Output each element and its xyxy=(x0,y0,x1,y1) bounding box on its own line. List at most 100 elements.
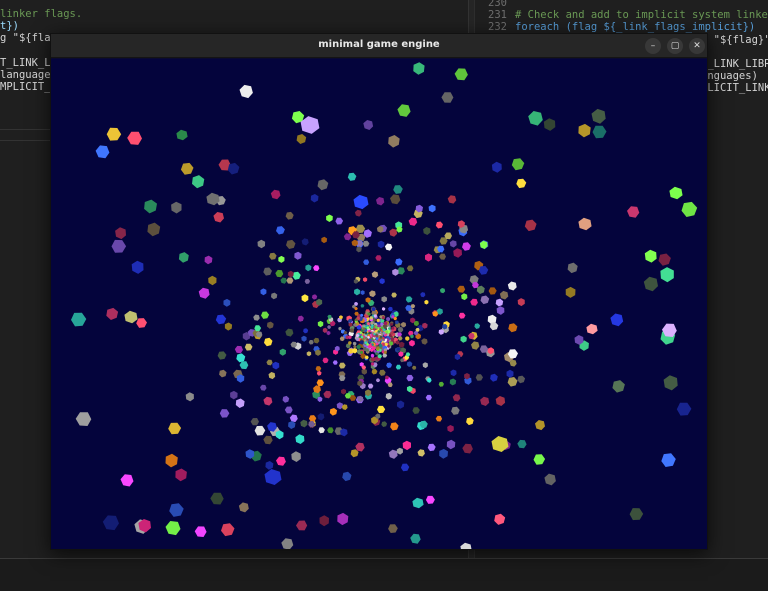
particle xyxy=(316,370,322,376)
particle xyxy=(296,134,307,144)
particle xyxy=(533,454,546,465)
particle xyxy=(408,217,418,226)
particle xyxy=(435,221,443,229)
particle xyxy=(360,290,365,295)
maximize-button[interactable]: ▢ xyxy=(667,38,683,54)
particle xyxy=(460,542,472,549)
game-viewport[interactable] xyxy=(51,59,707,549)
particle xyxy=(244,343,253,351)
particle xyxy=(227,162,240,175)
particle xyxy=(397,336,403,341)
particle xyxy=(263,267,272,276)
particle xyxy=(296,520,308,531)
particle xyxy=(629,508,644,521)
code-line: 231 # Check and add to implicit system li… xyxy=(475,9,768,22)
particle xyxy=(318,427,325,434)
particle xyxy=(390,194,401,205)
particle xyxy=(301,238,309,246)
particle xyxy=(565,286,576,298)
particle xyxy=(391,292,397,298)
particle xyxy=(425,495,435,504)
particle xyxy=(341,388,346,395)
particle xyxy=(420,292,426,298)
particle xyxy=(591,108,606,124)
particle xyxy=(285,211,294,220)
particle xyxy=(428,204,436,213)
code-text: T_LINK_LIBRA xyxy=(701,58,768,70)
particle xyxy=(447,425,454,433)
particle xyxy=(319,515,329,527)
particle xyxy=(289,414,298,423)
code-text: # Check and add to implicit system linke… xyxy=(515,9,768,22)
particle xyxy=(339,336,345,342)
particle xyxy=(261,311,270,319)
particle xyxy=(363,120,374,130)
particle xyxy=(264,469,282,485)
particle xyxy=(388,524,398,533)
particle xyxy=(681,201,698,217)
particle xyxy=(578,217,592,231)
particle xyxy=(286,239,296,249)
particle xyxy=(402,440,411,451)
particle xyxy=(326,214,333,222)
window-title: minimal game engine xyxy=(318,39,440,50)
particle xyxy=(106,127,122,141)
particle xyxy=(343,233,352,241)
code-line: t}) xyxy=(0,20,19,33)
particle xyxy=(480,295,490,305)
particle xyxy=(543,118,556,131)
particle xyxy=(285,328,294,337)
particle xyxy=(454,68,468,81)
particle xyxy=(204,255,213,265)
particle xyxy=(75,412,92,426)
particle xyxy=(286,277,294,284)
particle xyxy=(370,353,375,358)
close-button[interactable]: ✕ xyxy=(689,38,705,54)
particle xyxy=(316,379,324,387)
particle xyxy=(488,287,497,295)
particle xyxy=(306,351,312,357)
particle xyxy=(342,471,352,482)
particle xyxy=(397,104,411,117)
code-text: g "${flag}") xyxy=(701,33,768,46)
particle xyxy=(507,281,517,291)
particle xyxy=(144,199,157,214)
particle xyxy=(516,178,527,189)
particle xyxy=(354,288,361,296)
divider xyxy=(0,129,50,130)
particle xyxy=(663,375,678,391)
minimize-button[interactable]: – xyxy=(645,38,661,54)
particle xyxy=(171,201,182,214)
particle xyxy=(355,442,365,452)
code-line: 230 xyxy=(475,0,768,10)
particle xyxy=(165,521,181,536)
particle xyxy=(288,421,296,429)
particle xyxy=(223,298,231,307)
divider xyxy=(0,140,50,141)
particle xyxy=(361,368,367,375)
particle xyxy=(376,197,385,206)
particle xyxy=(544,473,556,486)
particle xyxy=(417,449,425,457)
particle xyxy=(499,290,509,300)
particle xyxy=(217,351,227,360)
particle xyxy=(327,427,334,434)
particle xyxy=(264,337,273,347)
window-titlebar[interactable]: minimal game engine – ▢ ✕ xyxy=(51,34,707,58)
particle xyxy=(343,331,348,335)
particle xyxy=(327,325,331,329)
particle xyxy=(194,526,207,537)
particle xyxy=(339,362,346,369)
particle xyxy=(335,217,344,225)
particle xyxy=(311,294,318,300)
particle xyxy=(578,123,591,138)
particle xyxy=(291,451,301,462)
particle xyxy=(511,158,525,171)
particle xyxy=(265,461,274,470)
game-window[interactable]: minimal game engine – ▢ ✕ xyxy=(50,33,708,550)
particle xyxy=(389,228,398,237)
particle xyxy=(106,307,119,320)
particle xyxy=(278,255,285,263)
particle xyxy=(115,227,126,240)
particle xyxy=(301,335,307,342)
